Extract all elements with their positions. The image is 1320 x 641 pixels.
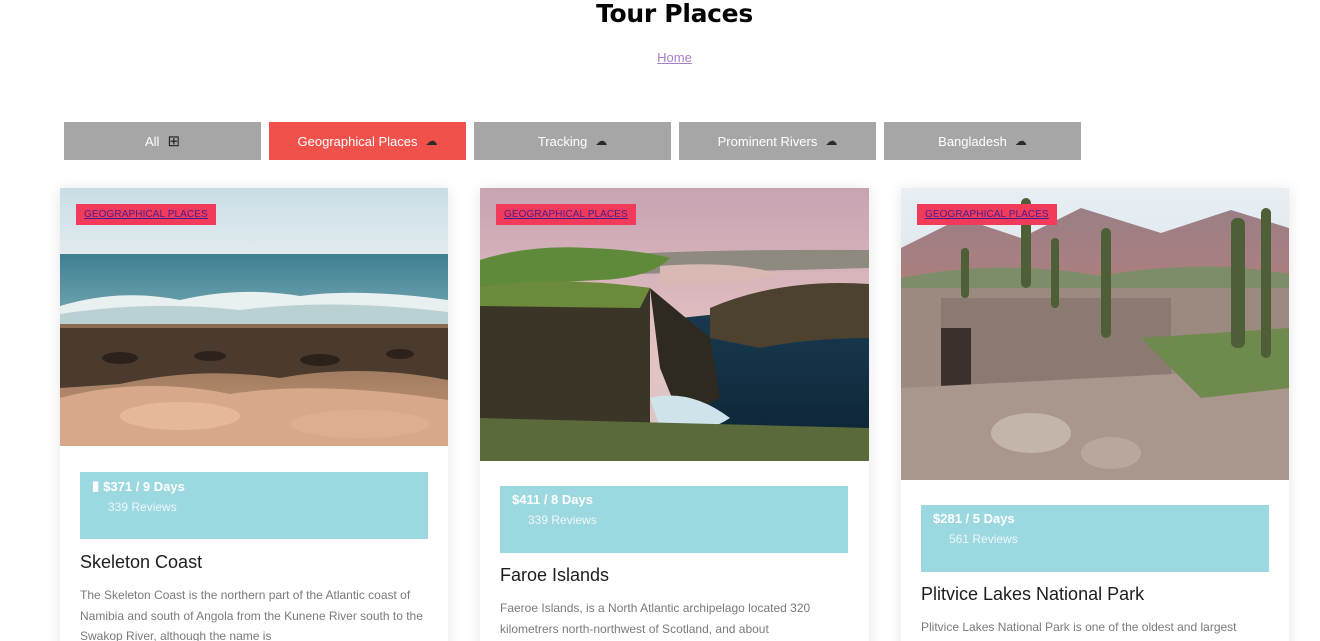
breadcrumb: Home — [0, 50, 1320, 66]
tour-card[interactable]: GEOGRAPHICAL PLACES $281 / 5 Days 561 Re… — [901, 188, 1289, 641]
card-title[interactable]: Faroe Islands — [500, 565, 609, 586]
filter-bangladesh-button[interactable]: Bangladesh ☁ — [884, 122, 1081, 160]
category-badge[interactable]: GEOGRAPHICAL PLACES — [76, 204, 216, 225]
breadcrumb-home-link[interactable]: Home — [657, 50, 692, 65]
price-box: $281 / 5 Days 561 Reviews — [921, 505, 1269, 572]
grid-icon: ⊞ — [167, 132, 181, 150]
seals-on-beach-photo[interactable]: GEOGRAPHICAL PLACES — [60, 188, 448, 446]
stone-ruins-cactus-photo[interactable]: GEOGRAPHICAL PLACES — [901, 188, 1289, 480]
filter-prominent-rivers-button[interactable]: Prominent Rivers ☁ — [679, 122, 876, 160]
price-box: ▮ $371 / 9 Days 339 Reviews — [80, 472, 428, 539]
cloud-icon: ☁ — [825, 134, 838, 148]
filter-tracking-button[interactable]: Tracking ☁ — [474, 122, 671, 160]
price-duration: $411 / 8 Days — [512, 492, 593, 507]
cloud-icon: ☁ — [1014, 134, 1027, 148]
category-badge[interactable]: GEOGRAPHICAL PLACES — [917, 204, 1057, 225]
tour-card[interactable]: GEOGRAPHICAL PLACES $411 / 8 Days 339 Re… — [480, 188, 869, 641]
calendar-icon: ▮ — [92, 478, 100, 493]
price-duration: $281 / 5 Days — [933, 511, 1015, 526]
cloud-icon: ☁ — [425, 134, 438, 148]
filter-label: Bangladesh — [938, 133, 1007, 149]
filter-bar: All ⊞ Geographical Places ☁ Tracking ☁ P… — [64, 122, 1081, 160]
review-count: 339 Reviews — [528, 513, 597, 527]
category-badge[interactable]: GEOGRAPHICAL PLACES — [496, 204, 636, 225]
price-box: $411 / 8 Days 339 Reviews — [500, 486, 848, 553]
tour-card[interactable]: GEOGRAPHICAL PLACES ▮ $371 / 9 Days 339 … — [60, 188, 448, 641]
page-title: Tour Places — [596, 0, 753, 28]
card-title[interactable]: Skeleton Coast — [80, 552, 202, 573]
card-description: Faeroe Islands, is a North Atlantic arch… — [500, 601, 811, 636]
filter-all-button[interactable]: All ⊞ — [64, 122, 261, 160]
filter-label: Tracking — [537, 133, 588, 149]
filter-label: Prominent Rivers — [717, 133, 818, 149]
review-count: 339 Reviews — [108, 500, 177, 514]
filter-geographical-places-button[interactable]: Geographical Places ☁ — [269, 122, 466, 160]
filter-label: All — [144, 133, 160, 149]
card-title[interactable]: Plitvice Lakes National Park — [921, 584, 1144, 605]
cloud-icon: ☁ — [595, 134, 608, 148]
filter-label: Geographical Places — [297, 133, 418, 149]
cliff-lake-photo[interactable]: GEOGRAPHICAL PLACES — [480, 188, 869, 461]
card-description: The Skeleton Coast is the northern part … — [80, 588, 423, 641]
price-duration: $371 / 9 Days — [103, 478, 185, 494]
review-count: 561 Reviews — [949, 532, 1018, 546]
card-description: Plitvice Lakes National Park is one of t… — [921, 620, 1237, 634]
